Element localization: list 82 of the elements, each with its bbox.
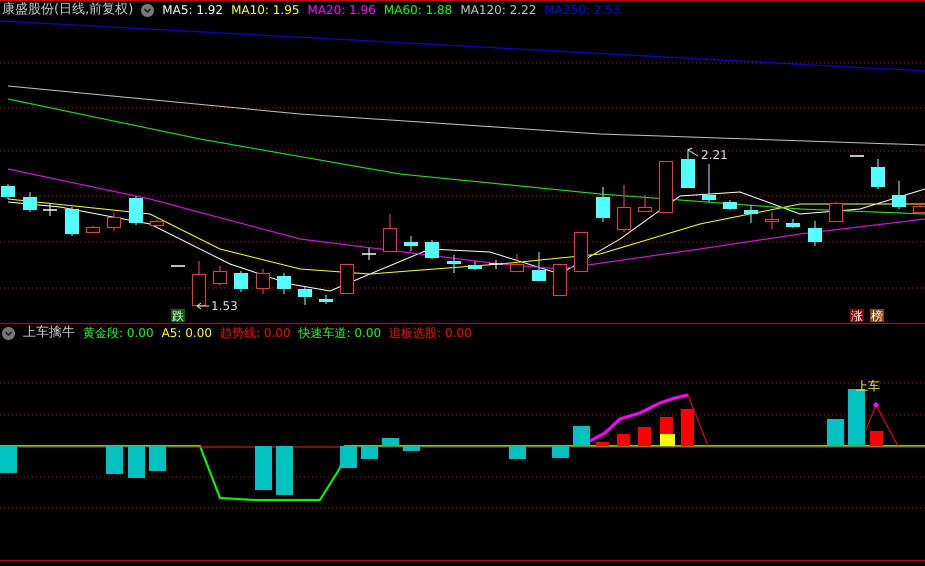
histogram-bar xyxy=(681,409,694,446)
candlestick xyxy=(574,232,588,272)
candlestick xyxy=(765,212,779,230)
candlestick xyxy=(43,204,57,216)
candlestick xyxy=(681,148,695,188)
indicator-value: MA120: 2.22 xyxy=(460,2,536,19)
candlestick xyxy=(744,204,758,224)
candlestick xyxy=(298,286,312,306)
indicator-value: 黄金段: 0.00 xyxy=(83,325,154,342)
indicator-value: MA10: 1.95 xyxy=(231,2,300,19)
indicator-value: MA250: 2.53 xyxy=(544,2,620,19)
signal-badge: 跌 xyxy=(171,309,185,323)
indicator-value: 快速车道: 0.00 xyxy=(298,325,382,342)
dropdown-icon[interactable] xyxy=(141,4,154,16)
candlestick xyxy=(596,186,610,222)
candlestick xyxy=(171,265,185,267)
candlestick xyxy=(340,264,354,294)
candlestick xyxy=(510,254,524,272)
candlestick xyxy=(447,254,461,274)
histogram-bar xyxy=(638,427,651,446)
candlestick xyxy=(723,200,737,210)
candlestick xyxy=(23,192,37,212)
candlestick xyxy=(129,196,143,226)
candlestick xyxy=(65,206,79,236)
histogram-bar xyxy=(617,434,630,446)
candlestick xyxy=(871,158,885,190)
histogram-bar xyxy=(509,446,526,459)
candlestick xyxy=(553,264,567,296)
histogram-bar xyxy=(106,446,123,474)
candlestick xyxy=(532,252,546,282)
candlestick xyxy=(404,236,418,252)
candlestick xyxy=(107,212,121,232)
signal-badge: 涨 xyxy=(850,309,864,323)
histogram-bar xyxy=(382,438,399,446)
histogram-bar xyxy=(573,426,590,446)
histogram-bar xyxy=(255,446,272,490)
candlestick xyxy=(425,240,439,260)
candlestick xyxy=(256,268,270,294)
candlestick xyxy=(786,218,800,228)
histogram-bar xyxy=(552,446,569,458)
candlestick xyxy=(383,214,397,252)
candlestick xyxy=(638,194,652,212)
histogram-bar xyxy=(403,446,420,451)
candlestick xyxy=(659,160,673,213)
histogram-bar xyxy=(870,431,883,446)
histogram-bar xyxy=(128,446,145,478)
candlestick xyxy=(617,184,631,232)
histogram-bar xyxy=(149,446,166,471)
indicator-value: MA5: 1.92 xyxy=(162,2,224,19)
indicator-value: A5: 0.00 xyxy=(162,325,212,342)
candlestick xyxy=(213,266,227,286)
indicator-value: 趋势线: 0.00 xyxy=(220,325,291,342)
candlestick xyxy=(829,202,843,222)
candlestick xyxy=(277,272,291,294)
candlestick xyxy=(808,220,822,246)
histogram-bar xyxy=(848,389,865,446)
candlestick xyxy=(1,184,15,200)
candlestick xyxy=(892,180,906,210)
histogram-bar xyxy=(276,446,293,495)
candlestick xyxy=(234,270,248,292)
candlestick xyxy=(489,260,503,270)
histogram-bar xyxy=(596,442,609,446)
indicator-value: MA60: 1.88 xyxy=(384,2,452,19)
signal-badge: 榜 xyxy=(870,309,884,323)
candlestick xyxy=(86,226,100,234)
candlestick xyxy=(468,260,482,270)
candlestick xyxy=(702,164,716,202)
histogram-bar xyxy=(0,446,17,473)
candlestick xyxy=(150,220,164,226)
signal-dot xyxy=(874,402,878,408)
panel-title: 康盛股份(日线,前复权) xyxy=(2,1,134,20)
histogram-bar xyxy=(827,419,844,446)
indicator-value: 追板选股: 0.00 xyxy=(389,325,472,342)
indicator-value: MA20: 1.96 xyxy=(307,2,376,19)
candlestick xyxy=(362,248,376,260)
histogram-bar xyxy=(361,446,378,459)
candlestick xyxy=(850,155,864,157)
candlestick xyxy=(319,294,333,304)
panel-title: 上车擒牛 xyxy=(23,324,75,342)
candlestick xyxy=(192,260,206,306)
dropdown-icon[interactable] xyxy=(2,326,15,340)
histogram-bar xyxy=(340,446,357,468)
